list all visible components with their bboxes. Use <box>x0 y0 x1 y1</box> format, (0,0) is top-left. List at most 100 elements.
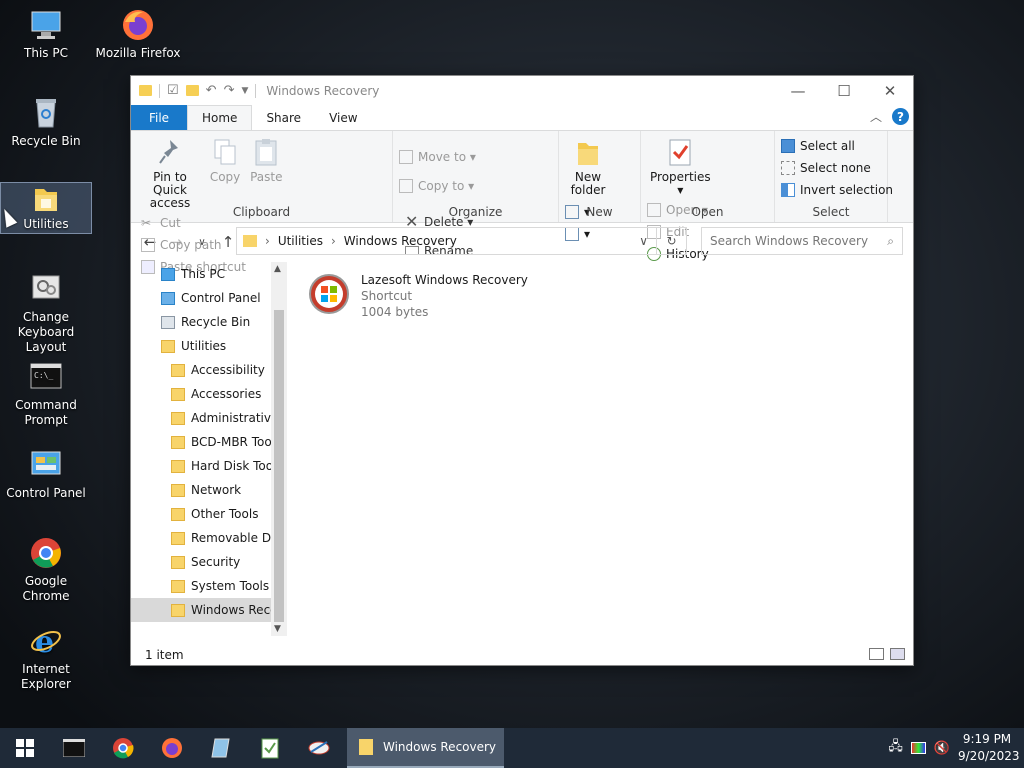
tab-home[interactable]: Home <box>187 105 253 130</box>
new-folder-quick-icon[interactable] <box>185 85 199 96</box>
folder-icon <box>171 507 185 521</box>
file-type: Shortcut <box>361 289 413 303</box>
clock-time: 9:19 PM <box>962 732 1012 746</box>
new-folder-icon <box>574 137 602 167</box>
tree-item-label: Hard Disk Tools <box>191 459 283 473</box>
tree-item-security[interactable]: Security <box>131 550 287 574</box>
redo-icon[interactable]: ↷ <box>224 83 235 98</box>
tree-item-recycle-bin[interactable]: Recycle Bin <box>131 310 287 334</box>
tree-item-accessibility[interactable]: Accessibility <box>131 358 287 382</box>
desktop-icon-command-prompt[interactable]: C:\_ Command Prompt <box>0 360 92 428</box>
refresh-icon: ↻ <box>666 234 677 248</box>
desktop-icon-change-keyboard-layout[interactable]: Change Keyboard Layout <box>0 272 92 355</box>
address-bar[interactable]: › Utilities › Windows Recovery ∨ <box>236 227 657 255</box>
desktop-icon-firefox[interactable]: Mozilla Firefox <box>92 8 184 61</box>
refresh-button[interactable]: ↻ <box>656 227 687 255</box>
taskbar-app-6[interactable] <box>294 728 343 768</box>
file-item[interactable]: Lazesoft Windows Recovery Shortcut 1004 … <box>307 272 528 320</box>
desktop-icon-recycle-bin[interactable]: Recycle Bin <box>0 96 92 149</box>
help-icon[interactable]: ? <box>892 108 909 125</box>
select-all-button[interactable]: Select all <box>781 135 881 157</box>
scrollbar-thumb[interactable] <box>274 310 284 622</box>
move-to-button[interactable]: Move to ▾ <box>399 142 476 171</box>
desktop-icon-this-pc[interactable]: This PC <box>0 8 92 61</box>
quick-access-toolbar: ☑ ↶ ↷ ▼ <box>139 83 257 98</box>
tab-file[interactable]: File <box>131 105 187 130</box>
navigation-scrollbar[interactable]: ▲ ▼ <box>271 262 287 636</box>
tree-item-administrative[interactable]: Administrative <box>131 406 287 430</box>
scroll-up-icon[interactable]: ▲ <box>274 264 281 274</box>
search-box[interactable]: Search Windows Recovery ⌕ <box>701 227 903 255</box>
search-input[interactable]: Search Windows Recovery <box>710 234 868 248</box>
taskbar-command-prompt[interactable] <box>49 728 98 768</box>
minimize-button[interactable]: — <box>775 76 821 105</box>
network-disconnected-icon[interactable]: 🖧 <box>888 737 903 759</box>
address-dropdown-icon[interactable]: ∨ <box>639 234 648 248</box>
volume-muted-icon[interactable]: 🔇 <box>934 741 950 756</box>
tree-item-utilities[interactable]: Utilities <box>131 334 287 358</box>
tree-item-bcd-mbr-tool[interactable]: BCD-MBR Tool <box>131 430 287 454</box>
properties-button[interactable]: Properties ▼ <box>647 135 714 199</box>
open-group-label: Open <box>691 205 724 219</box>
folder-icon <box>161 339 175 353</box>
paste-button[interactable]: Paste <box>247 135 285 186</box>
move-to-label: Move to <box>418 149 467 164</box>
maximize-button[interactable]: ☐ <box>821 76 867 105</box>
paste-label: Paste <box>250 170 283 184</box>
tree-item-accessories[interactable]: Accessories <box>131 382 287 406</box>
tree-item-windows-recovery[interactable]: Windows Reco <box>131 598 287 622</box>
undo-icon[interactable]: ↶ <box>206 83 217 98</box>
tree-item-this-pc[interactable]: This PC <box>131 262 287 286</box>
folder-icon <box>171 387 185 401</box>
breadcrumb-windows-recovery[interactable]: Windows Recovery <box>344 234 457 248</box>
desktop-icon-label: This PC <box>24 46 68 60</box>
tree-item-other-tools[interactable]: Other Tools <box>131 502 287 526</box>
file-name: Lazesoft Windows Recovery <box>361 273 528 287</box>
clock[interactable]: 9:19 PM 9/20/2023 <box>958 731 1020 765</box>
scroll-down-icon[interactable]: ▼ <box>274 624 281 634</box>
tree-item-hard-disk-tools[interactable]: Hard Disk Tools <box>131 454 287 478</box>
tree-item-control-panel[interactable]: Control Panel <box>131 286 287 310</box>
breadcrumb-utilities[interactable]: Utilities <box>278 234 323 248</box>
desktop-icon-label: Control Panel <box>6 486 86 500</box>
select-all-icon <box>781 139 795 153</box>
display-icon[interactable] <box>910 742 926 754</box>
properties-quick-icon[interactable]: ☑ <box>167 83 179 98</box>
view-switcher <box>869 648 905 660</box>
taskbar-firefox[interactable] <box>147 728 196 768</box>
tab-share[interactable]: Share <box>252 105 315 130</box>
copy-path-button[interactable]: Copy path <box>141 234 246 256</box>
tree-item-removable-drive[interactable]: Removable Dri <box>131 526 287 550</box>
collapse-ribbon-icon[interactable]: ︿ <box>870 108 882 125</box>
copy-button[interactable]: Copy <box>207 135 243 186</box>
invert-selection-button[interactable]: Invert selection <box>781 179 893 201</box>
desktop-icon-control-panel[interactable]: Control Panel <box>0 448 92 501</box>
close-button[interactable]: ✕ <box>867 76 913 105</box>
new-group-label: New <box>586 205 613 219</box>
desktop-icon-google-chrome[interactable]: Google Chrome <box>0 536 92 604</box>
customize-dropdown-icon[interactable]: ▼ <box>241 86 248 96</box>
ribbon-right-controls: ︿ ? <box>870 108 909 125</box>
copy-to-button[interactable]: Copy to ▾ <box>399 171 476 200</box>
desktop-icon-internet-explorer[interactable]: e Internet Explorer <box>0 624 92 692</box>
firefox-icon <box>121 8 155 42</box>
tab-view[interactable]: View <box>315 105 371 130</box>
pin-to-quick-access-button[interactable]: Pin to Quick access <box>137 135 203 212</box>
desktop-icon-utilities[interactable]: Utilities <box>0 182 92 234</box>
document-tool-icon <box>210 738 230 758</box>
new-folder-button[interactable]: New folder <box>565 135 611 199</box>
start-button[interactable] <box>0 728 49 768</box>
taskbar-chrome[interactable] <box>98 728 147 768</box>
large-icons-view-icon[interactable] <box>890 648 905 660</box>
select-none-button[interactable]: Select none <box>781 157 881 179</box>
taskbar-windows-recovery[interactable]: Windows Recovery <box>347 728 504 768</box>
taskbar-app-4[interactable] <box>196 728 245 768</box>
properties-dropdown-icon[interactable]: ▼ <box>677 184 683 197</box>
tree-item-label: Removable Dri <box>191 531 280 545</box>
desktop-icon-label: Command Prompt <box>15 398 77 427</box>
tree-item-system-tools[interactable]: System Tools <box>131 574 287 598</box>
svg-text:C:\_: C:\_ <box>34 371 53 380</box>
details-view-icon[interactable] <box>869 648 884 660</box>
taskbar-app-5[interactable] <box>245 728 294 768</box>
tree-item-network[interactable]: Network <box>131 478 287 502</box>
